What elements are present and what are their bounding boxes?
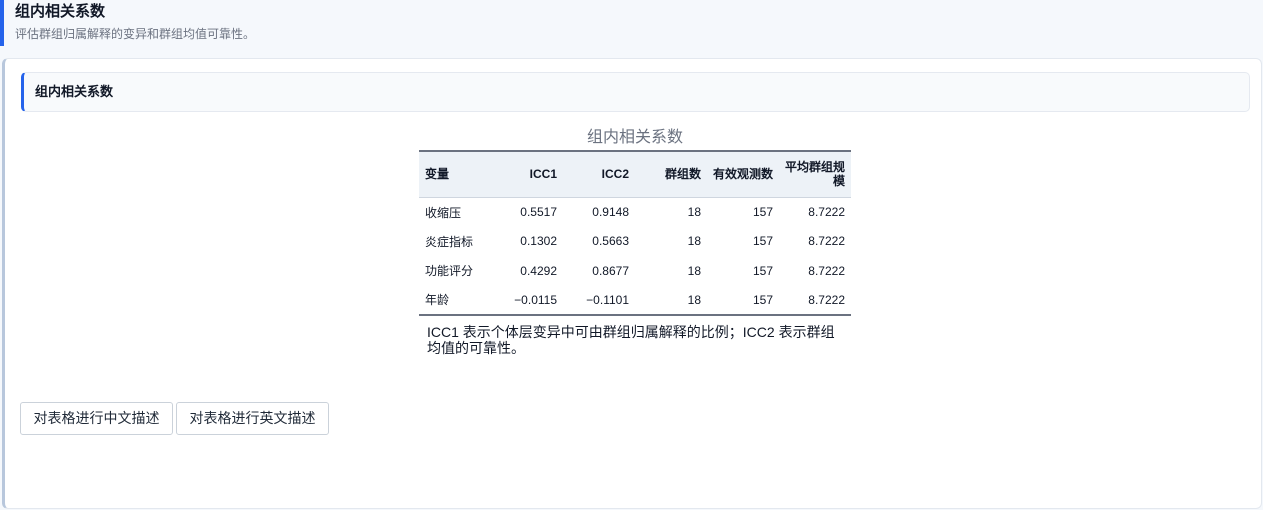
- table-cell: 炎症指标: [425, 234, 474, 249]
- icc-table: 变量 ICC1 ICC2 群组数 有效观测数 平均群组规模 收缩压 0.5517…: [419, 150, 851, 316]
- table-cell: 18: [687, 292, 701, 307]
- page-title: 组内相关系数: [15, 3, 106, 20]
- table-cell: 18: [687, 234, 701, 249]
- column-header: 变量: [419, 151, 497, 198]
- column-header: ICC1: [497, 151, 563, 198]
- table-note: ICC1 表示个体层变异中可由群组归属解释的比例；ICC2 表示群组均值的可靠性…: [427, 324, 835, 356]
- table-cell: 0.1302: [520, 234, 557, 249]
- column-header: 有效观测数: [707, 151, 779, 198]
- table-cell: 18: [687, 205, 701, 219]
- table-cell: 0.9148: [592, 205, 629, 219]
- table-cell: 年龄: [425, 293, 450, 308]
- describe-english-button[interactable]: 对表格进行英文描述: [176, 402, 329, 435]
- table-cell: 18: [687, 263, 701, 278]
- column-header: 群组数: [635, 151, 707, 198]
- table-cell: 8.7222: [808, 263, 845, 278]
- table-cell: 收缩压: [425, 205, 462, 220]
- section-title: 组内相关系数: [21, 72, 1250, 112]
- result-panel: 组内相关系数 组内相关系数 变量 ICC1 ICC2 群组数 有效观测数 平均群…: [2, 58, 1262, 509]
- table-cell: 157: [752, 292, 773, 307]
- table-row: 年龄 −0.0115 −0.1101 18 157 8.7222: [419, 286, 851, 316]
- page-subtitle: 评估群组归属解释的变异和群组均值可靠性。: [15, 27, 256, 41]
- table-row: 功能评分 0.4292 0.8677 18 157 8.7222: [419, 256, 851, 286]
- table-cell: 8.7222: [808, 205, 845, 219]
- table-row: 收缩压 0.5517 0.9148 18 157 8.7222: [419, 197, 851, 227]
- table-cell: 0.4292: [520, 263, 557, 278]
- table-cell: 0.5517: [520, 205, 557, 219]
- page-header: 组内相关系数 评估群组归属解释的变异和群组均值可靠性。: [0, 0, 1263, 46]
- table-cell: 0.8677: [592, 263, 629, 278]
- table-row: 炎症指标 0.1302 0.5663 18 157 8.7222: [419, 227, 851, 257]
- table-header-row: 变量 ICC1 ICC2 群组数 有效观测数 平均群组规模: [419, 151, 851, 198]
- table-caption: 组内相关系数: [586, 129, 683, 146]
- table-cell: 157: [752, 205, 773, 219]
- column-header: 平均群组规模: [779, 151, 851, 198]
- table-cell: −0.1101: [586, 292, 629, 307]
- table-cell: 0.5663: [592, 234, 629, 249]
- describe-chinese-button[interactable]: 对表格进行中文描述: [20, 402, 173, 435]
- icc-table-container: 组内相关系数 变量 ICC1 ICC2 群组数 有效观测数 平均群组规模 收缩压…: [419, 128, 851, 356]
- table-cell: 8.7222: [808, 234, 845, 249]
- table-cell: 157: [752, 234, 773, 249]
- table-cell: −0.0115: [514, 292, 557, 307]
- column-header: ICC2: [563, 151, 635, 198]
- table-cell: 功能评分: [425, 264, 474, 279]
- table-cell: 157: [752, 263, 773, 278]
- table-cell: 8.7222: [808, 292, 845, 307]
